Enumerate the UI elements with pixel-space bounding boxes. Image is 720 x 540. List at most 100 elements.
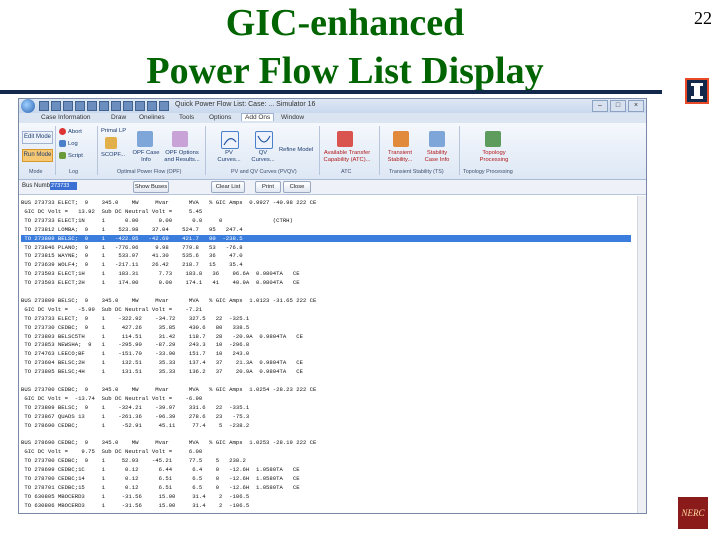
list-row[interactable]: GIC DC Volt = -5.99 Sub DC Neutral Volt … <box>21 306 631 313</box>
script-icon <box>59 152 66 159</box>
quick-access-save-icon[interactable] <box>39 101 49 111</box>
clear-list-button[interactable]: Clear List <box>211 181 245 193</box>
title-rule <box>0 90 662 94</box>
group-label-log: Log <box>69 169 78 175</box>
list-row[interactable]: TO 273604 BELSC;2H 1 132.51 35.33 137.4 … <box>21 359 631 366</box>
close-button[interactable]: Close <box>283 181 311 193</box>
tab-window[interactable]: Window <box>281 114 304 121</box>
group-separator <box>97 126 98 175</box>
list-row[interactable]: TO 273639 WOLF4; 9 1 -217.11 26.42 218.7… <box>21 261 631 268</box>
run-mode-button[interactable]: Run Mode <box>22 149 53 162</box>
scopf-button[interactable]: SCOPF... <box>101 152 125 159</box>
refine-model-button[interactable]: Refine Model <box>279 147 313 154</box>
bus-header-row[interactable]: BUS 273733 ELECT; 9 345.0 MW Mvar MVA % … <box>21 199 631 206</box>
blank-row[interactable] <box>21 377 631 384</box>
quick-access-print-icon[interactable] <box>87 101 97 111</box>
quick-access-abort-icon[interactable] <box>111 101 121 111</box>
list-row[interactable]: TO 273853 NEWSHA; 9 1 -295.90 -87.29 243… <box>21 341 631 348</box>
tab-add-ons[interactable]: Add Ons <box>241 113 275 121</box>
bus-header-row[interactable]: BUS 278690 CEDBC; 9 345.0 MW Mvar MVA % … <box>21 439 631 446</box>
tab-options[interactable]: Options <box>209 114 231 121</box>
list-row[interactable]: TO 630805 MBOCERD3 1 -31.56 15.00 31.4 2… <box>21 493 631 500</box>
quick-access-more-icon[interactable] <box>159 101 169 111</box>
qv-curve-icon <box>255 131 273 149</box>
list-row[interactable]: TO 273503 ELECT;1H 1 183.31 7.73 183.8 3… <box>21 270 631 277</box>
pv-curves-button[interactable]: PV Curves... <box>215 150 243 163</box>
blank-row[interactable] <box>21 430 631 437</box>
list-row[interactable]: TO 630806 MBOCERD3 1 -31.56 15.00 31.4 2… <box>21 502 631 509</box>
quick-access-redo-icon[interactable] <box>63 101 73 111</box>
list-row[interactable]: TO 273809 BELSC; 9 1 -422.95 -42.69 421.… <box>21 234 631 242</box>
powerworld-window: Quick Power Flow List: Case: ... Simulat… <box>18 98 647 514</box>
tab-tools[interactable]: Tools <box>179 114 194 121</box>
application-menu-button[interactable] <box>21 99 35 113</box>
group-separator <box>205 126 206 175</box>
maximize-button[interactable]: □ <box>610 100 626 112</box>
tab-onelines[interactable]: Onelines <box>139 114 165 121</box>
qv-curves-button[interactable]: QV Curves... <box>249 150 277 163</box>
list-row[interactable]: TO 278690 CEDBC; 1 -52.91 45.11 77.4 5 -… <box>21 422 631 429</box>
list-row[interactable]: TO 273812 LOMBA; 9 1 523.98 37.04 524.7 … <box>21 226 631 233</box>
list-toolbar: Bus Number 273733 Show Buses Clear List … <box>19 180 646 195</box>
slide-title-line2: Power Flow List Display <box>146 50 544 92</box>
atc-button[interactable]: Available Transfer Capability (ATC)... <box>323 150 371 163</box>
list-row[interactable]: TO 273730 CEDBC; 9 1 427.26 35.85 430.6 … <box>21 324 631 331</box>
quick-access-open-icon[interactable] <box>75 101 85 111</box>
list-row[interactable]: GIC DC Volt = 13.92 Sub DC Neutral Volt … <box>21 208 631 215</box>
ribbon-tabs: Case Information Draw Onelines Tools Opt… <box>19 113 646 123</box>
list-row[interactable]: TO 273803 BELSC5TH 1 114.51 31.42 118.7 … <box>21 333 631 340</box>
list-row[interactable]: TO 273503 ELECT;2H 1 174.00 0.00 174.1 4… <box>21 279 631 286</box>
opf-case-info-button[interactable]: OPF Case Info <box>131 150 161 163</box>
tab-draw[interactable]: Draw <box>111 114 126 121</box>
bus-header-row[interactable]: BUS 273809 BELSC; 9 345.0 MW Mvar MVA % … <box>21 297 631 304</box>
script-button[interactable]: Script <box>68 153 83 160</box>
slide-title-line1: GIC-enhanced <box>225 2 465 44</box>
print-button[interactable]: Print <box>255 181 281 193</box>
list-row[interactable]: TO 273815 WAYNE; 9 1 533.97 41.30 535.6 … <box>21 252 631 259</box>
minimize-button[interactable]: – <box>592 100 608 112</box>
list-row[interactable]: TO 278701 CEDBC;15 1 0.12 6.51 6.5 0 -12… <box>21 484 631 491</box>
list-row[interactable]: TO 273809 BELSC; 9 1 -324.21 -39.97 331.… <box>21 404 631 411</box>
abort-button[interactable]: Abort <box>68 129 82 136</box>
list-row[interactable]: GIC DC Volt = 9.75 Sub DC Neutral Volt =… <box>21 448 631 455</box>
quick-access-find-icon[interactable] <box>135 101 145 111</box>
opf-case-info-icon <box>137 131 153 147</box>
list-row[interactable]: TO 273733 ELECT; 9 1 -322.92 -34.72 327.… <box>21 315 631 322</box>
window-title: Quick Power Flow List: Case: ... Simulat… <box>175 101 316 108</box>
quick-access-log-icon[interactable] <box>123 101 133 111</box>
opf-options-button[interactable]: OPF Options and Results... <box>164 150 200 163</box>
bus-number-input[interactable]: 273733 <box>50 182 77 190</box>
topology-processing-button[interactable]: Topology Processing <box>473 150 515 163</box>
nerc-logo: NERC <box>678 497 708 529</box>
close-window-button[interactable]: × <box>628 100 644 112</box>
topology-icon <box>485 131 501 147</box>
group-label-ts: Transient Stability (TS) <box>389 169 444 175</box>
list-row[interactable]: TO 273700 CEDBC; 9 1 52.93 -45.21 77.5 5… <box>21 457 631 464</box>
transient-stability-button[interactable]: Transient Stability... <box>383 150 417 163</box>
blank-row[interactable] <box>21 288 631 295</box>
list-row[interactable]: TO 273846 PLANO; 9 1 -776.96 9.98 779.8 … <box>21 244 631 251</box>
primal-lp-button[interactable]: Primal LP <box>101 128 126 135</box>
list-row[interactable]: GIC DC Volt = -13.74 Sub DC Neutral Volt… <box>21 395 631 402</box>
list-row[interactable]: TO 273733 ELECT;1N 1 0.00 0.00 0.0 0 (CT… <box>21 217 631 224</box>
quick-access-undo-icon[interactable] <box>51 101 61 111</box>
show-buses-button[interactable]: Show Buses <box>133 181 169 193</box>
quick-access-help-icon[interactable] <box>147 101 157 111</box>
list-row[interactable]: TO 273867 QUADS 13 1 -261.36 -96.39 278.… <box>21 413 631 420</box>
edit-mode-button[interactable]: Edit Mode <box>22 131 53 144</box>
stability-case-info-button[interactable]: Stability Case Info <box>421 150 453 163</box>
log-button[interactable]: Log <box>68 141 78 148</box>
list-scrollbar[interactable] <box>637 196 646 513</box>
power-flow-list[interactable]: BUS 273733 ELECT; 9 345.0 MW Mvar MVA % … <box>19 196 646 513</box>
tab-case-information[interactable]: Case Information <box>41 114 91 121</box>
bus-header-row[interactable]: BUS 273700 CEDBC; 9 345.0 MW Mvar MVA % … <box>21 386 631 393</box>
quick-access-solve-icon[interactable] <box>99 101 109 111</box>
stability-case-info-icon <box>429 131 445 147</box>
list-row[interactable]: TO 273805 BELSC;4H 1 131.51 35.33 136.2 … <box>21 368 631 375</box>
list-row[interactable]: TO 278700 CEDBC;14 1 0.12 6.51 6.5 0 -12… <box>21 475 631 482</box>
list-row[interactable]: TO 278699 CEDBC;1C 1 0.12 6.44 6.4 0 -12… <box>21 466 631 473</box>
atc-icon <box>337 131 353 147</box>
abort-icon <box>59 128 66 135</box>
pv-curve-icon <box>221 131 239 149</box>
list-row[interactable]: TO 274763 LEECO;BF 1 -151.70 -33.90 151.… <box>21 350 631 357</box>
